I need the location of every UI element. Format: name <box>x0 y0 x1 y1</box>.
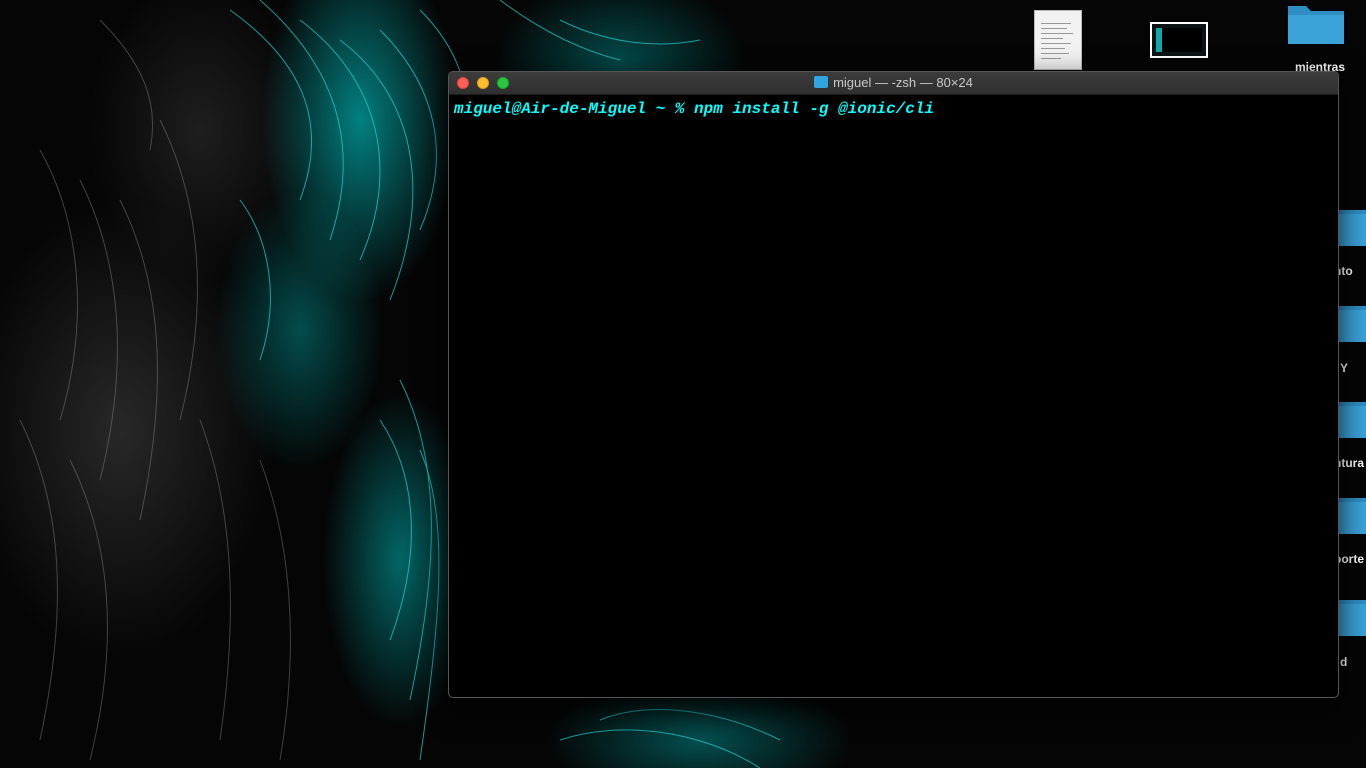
prompt-line: miguel@Air-de-Miguel ~ % npm install -g … <box>454 100 935 118</box>
folder-icon[interactable] <box>1336 494 1366 536</box>
folder-icon[interactable] <box>1286 0 1346 46</box>
terminal-window[interactable]: miguel — -zsh — 80×24 miguel@Air-de-Migu… <box>448 71 1339 698</box>
screenshot-thumbnail-icon[interactable] <box>1150 22 1208 58</box>
folder-icon <box>814 76 829 88</box>
folder-icon[interactable] <box>1336 398 1366 440</box>
folder-icon[interactable] <box>1336 302 1366 344</box>
desktop: mientras nto Y ntura porte d miguel — -z… <box>0 0 1366 768</box>
document-icon[interactable] <box>1034 10 1082 70</box>
terminal-titlebar[interactable]: miguel — -zsh — 80×24 <box>449 72 1338 95</box>
folder-icon[interactable] <box>1336 596 1366 638</box>
folder-icon[interactable] <box>1336 206 1366 248</box>
window-title: miguel — -zsh — 80×24 <box>449 75 1338 90</box>
folder-label: d <box>1340 655 1348 669</box>
terminal-content[interactable]: miguel@Air-de-Miguel ~ % npm install -g … <box>449 95 1338 123</box>
window-title-text: miguel — -zsh — 80×24 <box>833 75 973 90</box>
folder-label: Y <box>1340 361 1349 375</box>
